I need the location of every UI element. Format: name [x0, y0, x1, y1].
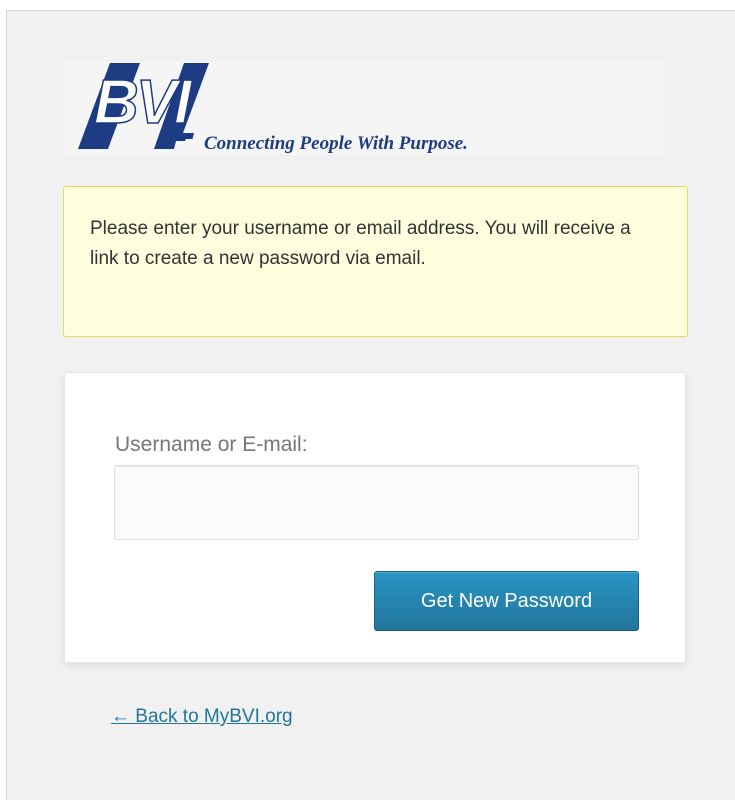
- login-page: BVI Connecting People With Purpose. Plea…: [6, 10, 735, 800]
- bvi-logo-graphic: BVI Connecting People With Purpose.: [78, 63, 664, 154]
- reset-instructions-notice: Please enter your username or email addr…: [63, 186, 688, 337]
- bvi-logo[interactable]: BVI Connecting People With Purpose.: [64, 61, 664, 155]
- back-to-site-link[interactable]: ← Back to MyBVI.org: [111, 706, 293, 728]
- lost-password-form: Username or E-mail: Get New Password: [64, 372, 686, 663]
- logo-wordmark: BVI: [94, 68, 193, 137]
- get-new-password-button[interactable]: Get New Password: [374, 571, 639, 631]
- username-label: Username or E-mail:: [115, 433, 308, 456]
- logo-tagline: Connecting People With Purpose.: [204, 133, 468, 154]
- notice-text: Please enter your username or email addr…: [90, 218, 631, 269]
- username-input[interactable]: [114, 465, 639, 540]
